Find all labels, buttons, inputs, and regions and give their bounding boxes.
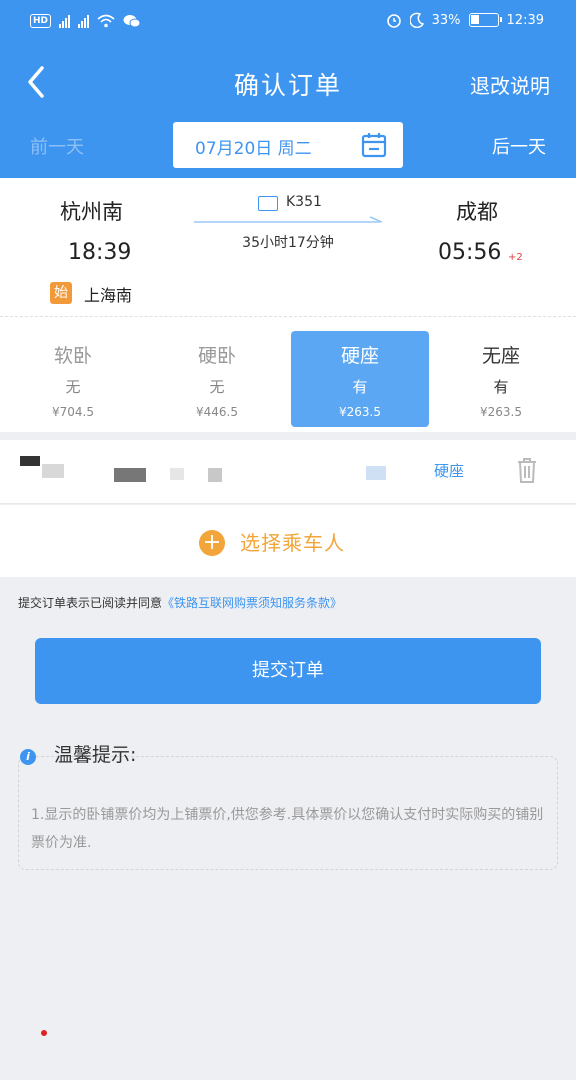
seat-type-label: 软卧 (53, 345, 92, 367)
terms-link[interactable]: 《铁路互联网购票须知服务条款》 (162, 596, 342, 610)
clock: 12:39 (506, 12, 544, 28)
seat-type-label: 硬卧 (197, 345, 236, 367)
plus-icon: + (199, 530, 225, 556)
tips-title: 温馨提示: (54, 744, 137, 766)
wechat-icon (123, 15, 141, 28)
date-picker[interactable]: 07月20日 周二 (173, 122, 403, 168)
tips-box: 1.显示的卧铺票价均为上铺票价,供您参考.具体票价以您确认支付时实际购买的铺别票… (18, 756, 558, 870)
train-info-card: 杭州南 K351 35小时17分钟 成都 18:39 05:56 +2 始 上海… (0, 178, 576, 316)
seat-price: ¥263.5 (339, 405, 381, 419)
seat-option-hard-seat[interactable]: 硬座 有 ¥263.5 (291, 331, 429, 427)
select-passenger-button[interactable]: + 选择乘车人 (0, 505, 576, 577)
signal-icon (59, 14, 71, 28)
agreement-prefix: 提交订单表示已阅读并同意 (18, 596, 163, 610)
passenger-row[interactable]: 硬座 (0, 440, 576, 504)
moon-icon (409, 12, 424, 28)
train-number[interactable]: K351 (286, 194, 322, 210)
hd-icon: HD (30, 14, 52, 28)
submit-order-button[interactable]: 提交订单 (35, 638, 541, 704)
refund-rules-link[interactable]: 退改说明 (470, 70, 550, 99)
agreement-text: 提交订单表示已阅读并同意《铁路互联网购票须知服务条款》 (18, 594, 342, 611)
redacted-id (114, 468, 146, 482)
seat-availability: 无 (65, 378, 81, 396)
redacted-name (20, 456, 40, 466)
trash-icon[interactable] (516, 456, 538, 484)
seat-type-selector: 软卧 无 ¥704.5 硬卧 无 ¥446.5 硬座 有 ¥263.5 无座 有… (0, 316, 576, 432)
arrival-day-offset: +2 (508, 252, 523, 263)
seat-availability: 有 (352, 378, 368, 396)
seat-option-hard-sleeper[interactable]: 硬卧 无 ¥446.5 (148, 331, 286, 427)
info-icon: i (20, 749, 36, 765)
redacted-id (208, 468, 222, 482)
departure-station: 杭州南 (60, 200, 123, 224)
battery-percent: 33% (431, 12, 461, 28)
status-bar: HD 33% 12:39 (0, 0, 576, 46)
departure-time: 18:39 (68, 240, 132, 265)
seat-price: ¥446.5 (196, 405, 238, 419)
seat-availability: 有 (493, 378, 509, 396)
seat-availability: 无 (209, 378, 225, 396)
prev-day-button[interactable]: 前一天 (30, 133, 84, 159)
seat-option-soft-sleeper[interactable]: 软卧 无 ¥704.5 (4, 331, 142, 427)
redacted-name (42, 464, 64, 478)
tips-text: 1.显示的卧铺票价均为上铺票价,供您参考.具体票价以您确认支付时实际购买的铺别票… (31, 807, 544, 851)
seat-option-no-seat[interactable]: 无座 有 ¥263.5 (432, 331, 570, 427)
arrival-station: 成都 (456, 200, 498, 224)
redacted-id (170, 468, 184, 480)
date-label: 07月20日 周二 (195, 139, 312, 159)
signal-icon (78, 14, 90, 28)
route-arrow-icon (194, 216, 383, 223)
next-day-button[interactable]: 后一天 (492, 133, 546, 159)
origin-station: 上海南 (84, 286, 133, 305)
select-passenger-label: 选择乘车人 (240, 531, 345, 555)
battery-icon (468, 13, 502, 27)
redacted-type (366, 466, 386, 480)
id-card-icon (258, 196, 278, 211)
origin-badge: 始 (50, 282, 72, 304)
arrival-time: 05:56 (438, 240, 502, 265)
seat-price: ¥704.5 (52, 405, 94, 419)
seat-type-label: 硬座 (340, 345, 379, 367)
red-dot-indicator (41, 1030, 47, 1036)
seat-type-label: 无座 (481, 345, 520, 367)
seat-price: ¥263.5 (480, 405, 522, 419)
wifi-icon (97, 14, 115, 28)
calendar-icon (361, 133, 387, 158)
passenger-seat-type[interactable]: 硬座 (434, 460, 464, 481)
alarm-icon (386, 14, 401, 28)
